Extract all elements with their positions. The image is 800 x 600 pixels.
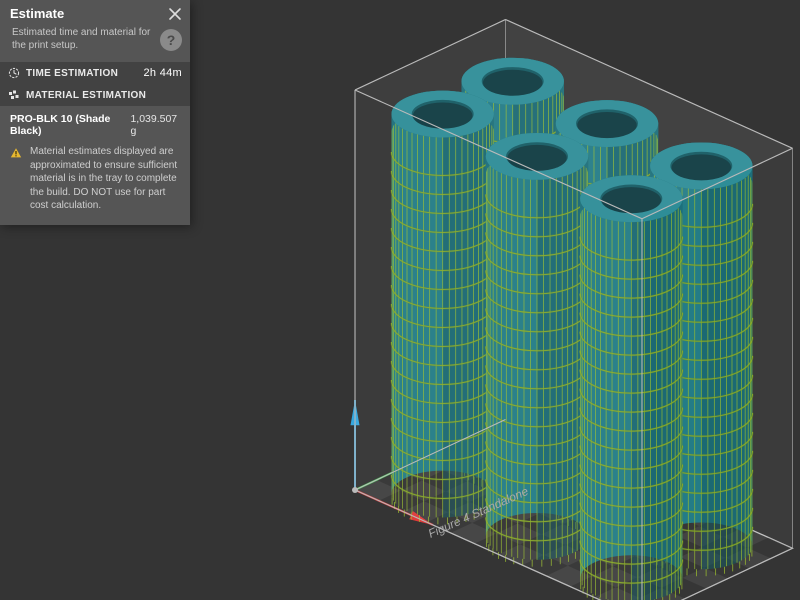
material-mass: 1,039.507 g xyxy=(130,113,180,137)
time-value: 2h 44m xyxy=(144,67,183,79)
material-name: PRO-BLK 10 (Shade Black) xyxy=(10,113,130,137)
material-warning: Material estimates displayed are approxi… xyxy=(0,141,190,225)
panel-title: Estimate xyxy=(10,6,64,21)
time-header-label: TIME ESTIMATION xyxy=(26,68,118,79)
close-icon[interactable] xyxy=(168,7,182,21)
panel-description-row: Estimated time and material for the prin… xyxy=(0,25,190,62)
panel-description: Estimated time and material for the prin… xyxy=(12,27,152,52)
time-section-header: TIME ESTIMATION 2h 44m xyxy=(0,62,190,84)
warning-icon xyxy=(10,147,22,159)
material-icon xyxy=(8,89,20,101)
panel-header: Estimate xyxy=(0,0,190,25)
material-row: PRO-BLK 10 (Shade Black) 1,039.507 g xyxy=(0,106,190,141)
material-header-label: MATERIAL ESTIMATION xyxy=(26,90,146,101)
estimate-panel: Estimate Estimated time and material for… xyxy=(0,0,190,225)
help-icon[interactable]: ? xyxy=(160,29,182,51)
material-warning-text: Material estimates displayed are approxi… xyxy=(30,145,180,213)
clock-icon xyxy=(8,67,20,79)
material-section-header: MATERIAL ESTIMATION xyxy=(0,84,190,106)
